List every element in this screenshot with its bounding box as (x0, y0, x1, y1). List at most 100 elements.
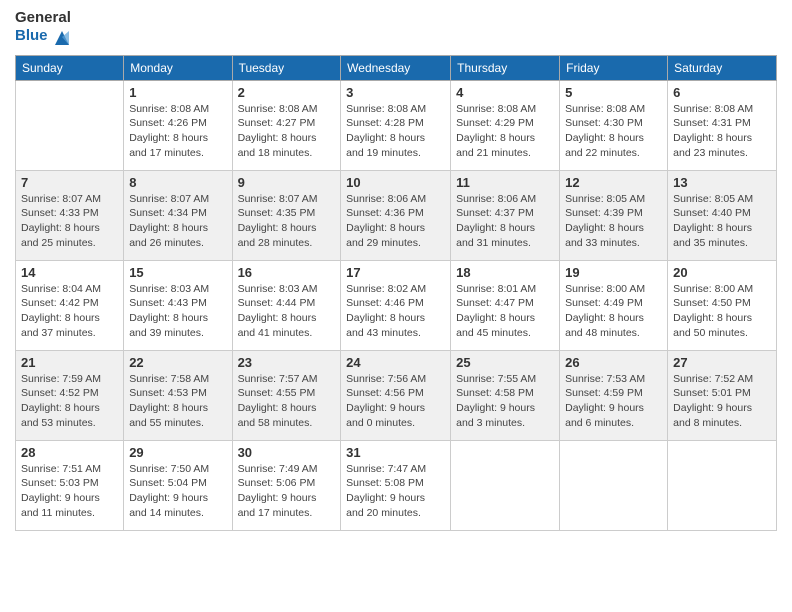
calendar-cell: 4 Sunrise: 8:08 AMSunset: 4:29 PMDaylight… (451, 80, 560, 170)
day-number: 15 (129, 265, 226, 280)
day-number: 12 (565, 175, 662, 190)
day-detail: Sunrise: 7:47 AMSunset: 5:08 PMDaylight:… (346, 462, 445, 521)
calendar-cell: 1Sunrise: 8:08 AMSunset: 4:26 PMDaylight… (124, 80, 232, 170)
day-detail: Sunrise: 7:58 AMSunset: 4:53 PMDaylight:… (129, 372, 226, 431)
day-detail: Sunrise: 8:06 AMSunset: 4:36 PMDaylight:… (346, 192, 445, 251)
day-number: 11 (456, 175, 554, 190)
day-detail: Sunrise: 8:00 AMSunset: 4:49 PMDaylight:… (565, 282, 662, 341)
calendar-cell: 13 Sunrise: 8:05 AMSunset: 4:40 PMDayligh… (668, 170, 777, 260)
day-number: 29 (129, 445, 226, 460)
calendar-header-sunday: Sunday (16, 55, 124, 80)
calendar-cell: 28 Sunrise: 7:51 AMSunset: 5:03 PMDayligh… (16, 440, 124, 530)
day-number: 20 (673, 265, 771, 280)
calendar-cell: 14Sunrise: 8:04 AMSunset: 4:42 PMDayligh… (16, 260, 124, 350)
logo-general: General (15, 10, 73, 27)
day-detail: Sunrise: 7:59 AMSunset: 4:52 PMDaylight:… (21, 372, 118, 431)
calendar-cell: 25 Sunrise: 7:55 AMSunset: 4:58 PMDayligh… (451, 350, 560, 440)
calendar-cell: 10 Sunrise: 8:06 AMSunset: 4:36 PMDayligh… (341, 170, 451, 260)
calendar-header-saturday: Saturday (668, 55, 777, 80)
calendar-week-1: 1Sunrise: 8:08 AMSunset: 4:26 PMDaylight… (16, 80, 777, 170)
day-detail: Sunrise: 8:03 AMSunset: 4:44 PMDaylight:… (238, 282, 336, 341)
day-number: 24 (346, 355, 445, 370)
calendar-header-wednesday: Wednesday (341, 55, 451, 80)
day-detail: Sunrise: 7:56 AMSunset: 4:56 PMDaylight:… (346, 372, 445, 431)
day-number: 27 (673, 355, 771, 370)
calendar-cell (16, 80, 124, 170)
day-detail: Sunrise: 8:04 AMSunset: 4:42 PMDaylight:… (21, 282, 118, 341)
logo-blue: Blue (15, 28, 48, 45)
calendar-cell: 20 Sunrise: 8:00 AMSunset: 4:50 PMDayligh… (668, 260, 777, 350)
calendar-cell: 30Sunrise: 7:49 AMSunset: 5:06 PMDayligh… (232, 440, 341, 530)
day-detail: Sunrise: 8:08 AMSunset: 4:28 PMDaylight:… (346, 102, 445, 161)
calendar-cell: 19 Sunrise: 8:00 AMSunset: 4:49 PMDayligh… (560, 260, 668, 350)
day-detail: Sunrise: 8:08 AMSunset: 4:29 PMDaylight:… (456, 102, 554, 161)
day-detail: Sunrise: 7:51 AMSunset: 5:03 PMDaylight:… (21, 462, 118, 521)
calendar-cell: 22 Sunrise: 7:58 AMSunset: 4:53 PMDayligh… (124, 350, 232, 440)
day-number: 5 (565, 85, 662, 100)
day-number: 10 (346, 175, 445, 190)
day-number: 17 (346, 265, 445, 280)
calendar-header-friday: Friday (560, 55, 668, 80)
logo-icon (51, 27, 73, 47)
day-detail: Sunrise: 8:07 AMSunset: 4:33 PMDaylight:… (21, 192, 118, 251)
calendar-cell: 5 Sunrise: 8:08 AMSunset: 4:30 PMDaylight… (560, 80, 668, 170)
calendar-header-tuesday: Tuesday (232, 55, 341, 80)
day-number: 19 (565, 265, 662, 280)
day-number: 6 (673, 85, 771, 100)
day-detail: Sunrise: 8:01 AMSunset: 4:47 PMDaylight:… (456, 282, 554, 341)
day-number: 31 (346, 445, 445, 460)
day-detail: Sunrise: 7:49 AMSunset: 5:06 PMDaylight:… (238, 462, 336, 521)
calendar-cell: 7 Sunrise: 8:07 AMSunset: 4:33 PMDaylight… (16, 170, 124, 260)
calendar-week-3: 14Sunrise: 8:04 AMSunset: 4:42 PMDayligh… (16, 260, 777, 350)
day-detail: Sunrise: 8:03 AMSunset: 4:43 PMDaylight:… (129, 282, 226, 341)
day-number: 28 (21, 445, 118, 460)
day-number: 9 (238, 175, 336, 190)
calendar-cell: 9 Sunrise: 8:07 AMSunset: 4:35 PMDaylight… (232, 170, 341, 260)
day-number: 4 (456, 85, 554, 100)
day-number: 18 (456, 265, 554, 280)
day-detail: Sunrise: 7:53 AMSunset: 4:59 PMDaylight:… (565, 372, 662, 431)
day-detail: Sunrise: 8:00 AMSunset: 4:50 PMDaylight:… (673, 282, 771, 341)
day-detail: Sunrise: 7:55 AMSunset: 4:58 PMDaylight:… (456, 372, 554, 431)
day-detail: Sunrise: 8:07 AMSunset: 4:35 PMDaylight:… (238, 192, 336, 251)
day-number: 16 (238, 265, 336, 280)
day-detail: Sunrise: 8:05 AMSunset: 4:40 PMDaylight:… (673, 192, 771, 251)
calendar-header-row: SundayMondayTuesdayWednesdayThursdayFrid… (16, 55, 777, 80)
day-detail: Sunrise: 8:08 AMSunset: 4:31 PMDaylight:… (673, 102, 771, 161)
calendar-week-5: 28 Sunrise: 7:51 AMSunset: 5:03 PMDayligh… (16, 440, 777, 530)
day-detail: Sunrise: 8:08 AMSunset: 4:30 PMDaylight:… (565, 102, 662, 161)
day-detail: Sunrise: 7:57 AMSunset: 4:55 PMDaylight:… (238, 372, 336, 431)
day-number: 13 (673, 175, 771, 190)
day-number: 23 (238, 355, 336, 370)
calendar-cell: 6 Sunrise: 8:08 AMSunset: 4:31 PMDaylight… (668, 80, 777, 170)
day-detail: Sunrise: 7:50 AMSunset: 5:04 PMDaylight:… (129, 462, 226, 521)
calendar-header-thursday: Thursday (451, 55, 560, 80)
page-container: General Blue SundayMondayTuesdayWednesda… (0, 0, 792, 541)
day-number: 21 (21, 355, 118, 370)
calendar-cell: 26 Sunrise: 7:53 AMSunset: 4:59 PMDayligh… (560, 350, 668, 440)
day-detail: Sunrise: 7:52 AMSunset: 5:01 PMDaylight:… (673, 372, 771, 431)
calendar-header-monday: Monday (124, 55, 232, 80)
day-detail: Sunrise: 8:07 AMSunset: 4:34 PMDaylight:… (129, 192, 226, 251)
calendar-cell: 23 Sunrise: 7:57 AMSunset: 4:55 PMDayligh… (232, 350, 341, 440)
calendar-cell: 29 Sunrise: 7:50 AMSunset: 5:04 PMDayligh… (124, 440, 232, 530)
calendar-cell: 21 Sunrise: 7:59 AMSunset: 4:52 PMDayligh… (16, 350, 124, 440)
calendar-cell (668, 440, 777, 530)
calendar-cell: 3 Sunrise: 8:08 AMSunset: 4:28 PMDaylight… (341, 80, 451, 170)
day-number: 3 (346, 85, 445, 100)
day-number: 7 (21, 175, 118, 190)
calendar-cell: 11 Sunrise: 8:06 AMSunset: 4:37 PMDayligh… (451, 170, 560, 260)
calendar-cell: 8Sunrise: 8:07 AMSunset: 4:34 PMDaylight… (124, 170, 232, 260)
day-number: 26 (565, 355, 662, 370)
day-detail: Sunrise: 8:06 AMSunset: 4:37 PMDaylight:… (456, 192, 554, 251)
calendar-cell: 18 Sunrise: 8:01 AMSunset: 4:47 PMDayligh… (451, 260, 560, 350)
day-number: 2 (238, 85, 336, 100)
day-number: 22 (129, 355, 226, 370)
calendar-cell: 16 Sunrise: 8:03 AMSunset: 4:44 PMDayligh… (232, 260, 341, 350)
day-number: 25 (456, 355, 554, 370)
calendar-cell (560, 440, 668, 530)
logo: General Blue (15, 10, 73, 47)
calendar-cell (451, 440, 560, 530)
calendar-cell: 31 Sunrise: 7:47 AMSunset: 5:08 PMDayligh… (341, 440, 451, 530)
calendar-week-2: 7 Sunrise: 8:07 AMSunset: 4:33 PMDaylight… (16, 170, 777, 260)
